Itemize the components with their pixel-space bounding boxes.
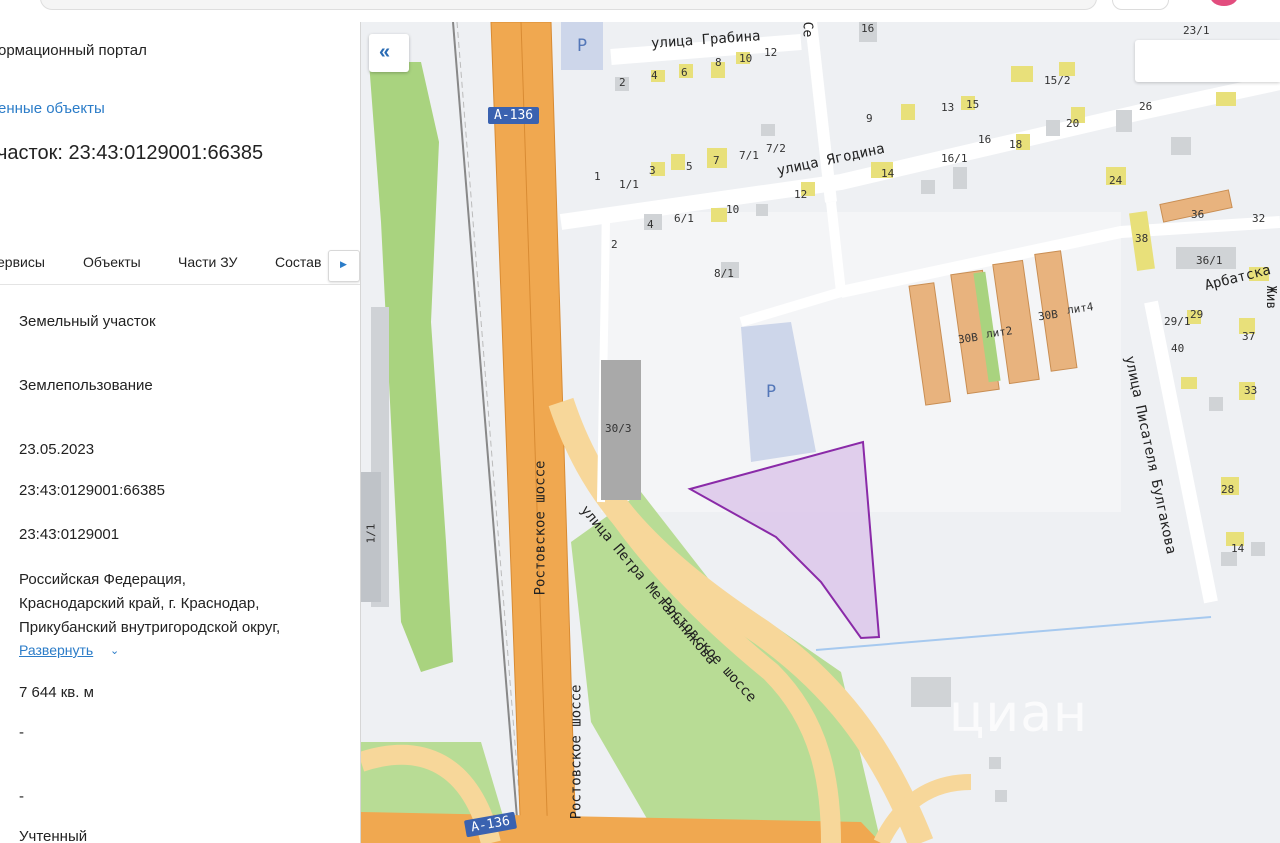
house-number: 1/1 <box>619 178 639 191</box>
house-number: 15 <box>966 98 980 111</box>
profile-avatar[interactable] <box>1210 0 1238 6</box>
house-number: 3 <box>649 164 656 177</box>
collapse-panel-button[interactable]: « <box>369 34 409 72</box>
house-number: 10 <box>726 203 740 216</box>
house-number: 6 <box>681 66 688 79</box>
house-number: 8 <box>715 56 722 69</box>
house-number: 20 <box>1066 117 1080 130</box>
browser-top-bar <box>0 0 1280 22</box>
house-number: 16 <box>861 22 875 35</box>
address-value: Российская Федерация, Краснодарский край… <box>19 568 280 640</box>
cadastral-number-value: 23:43:0129001:66385 <box>19 482 165 499</box>
house-number: 29 <box>1190 308 1204 321</box>
house-number: 5 <box>686 160 693 173</box>
house-number: 13 <box>941 101 955 114</box>
tab-objects[interactable]: Объекты <box>83 254 141 270</box>
house-number: 14 <box>881 167 895 180</box>
house-number: 16/1 <box>941 152 968 165</box>
house-number: 9 <box>866 112 873 125</box>
info-panel: ормационный портал енные объекты часток:… <box>0 22 361 843</box>
house-number: 10 <box>739 52 753 65</box>
house-number: 28 <box>1221 483 1235 496</box>
double-chevron-left-icon: « <box>379 41 391 63</box>
house-number: 4 <box>647 218 654 231</box>
house-number: 38 <box>1135 232 1149 245</box>
chevron-down-icon[interactable]: ⌄ <box>110 644 119 657</box>
house-number: 37 <box>1242 330 1256 343</box>
street-label: Жив <box>1263 285 1279 310</box>
house-number: 26 <box>1139 100 1153 113</box>
parking-icon: P <box>577 36 588 56</box>
address-bar[interactable] <box>40 0 1097 10</box>
chevron-right-icon: ▶ <box>340 259 347 269</box>
tab-services[interactable]: ервисы <box>0 254 45 270</box>
house-number: 33 <box>1244 384 1258 397</box>
address-line: Прикубанский внутригородской округ, <box>19 619 281 636</box>
house-number: 23/1 <box>1183 24 1210 37</box>
house-number: 8/1 <box>714 267 734 280</box>
house-number: 1 <box>594 170 601 183</box>
house-number: 29/1 <box>1164 315 1191 328</box>
house-number: 30В <box>957 330 979 347</box>
house-number: 7 <box>713 154 720 167</box>
address-line: Российская Федерация, <box>19 571 186 588</box>
area-value: 7 644 кв. м <box>19 684 94 701</box>
watermark-logo: циан <box>949 684 1089 744</box>
tab-bar: ервисы Объекты Части ЗУ Состав ▶ <box>0 244 360 285</box>
house-number: 30/3 <box>605 422 632 435</box>
house-number: 2 <box>619 76 626 89</box>
object-type-value: Земельный участок <box>19 313 156 330</box>
toolbar-button[interactable] <box>1112 0 1169 10</box>
empty-value: - <box>19 724 24 741</box>
house-number: 36 <box>1191 208 1205 221</box>
house-number: 24 <box>1109 174 1123 187</box>
found-objects-link[interactable]: енные объекты <box>0 100 105 117</box>
tab-parcel-parts[interactable]: Части ЗУ <box>178 254 237 270</box>
house-number: 15/2 <box>1044 74 1071 87</box>
house-number: 6/1 <box>674 212 694 225</box>
street-label: Се <box>799 22 815 38</box>
house-number: 4 <box>651 69 658 82</box>
house-number: 36/1 <box>1196 254 1223 267</box>
house-number: 32 <box>1252 212 1266 225</box>
cadastral-quarter-value: 23:43:0129001 <box>19 526 120 543</box>
tabs-scroll-right-button[interactable]: ▶ <box>328 250 360 282</box>
house-number: 16 <box>978 133 992 146</box>
parking-icon: P <box>766 382 777 402</box>
expand-address-link[interactable]: Развернуть <box>19 642 93 658</box>
house-number: 30В <box>1037 307 1059 324</box>
date-value: 23.05.2023 <box>19 441 95 458</box>
map-view[interactable]: улица Грабина улица Ягодина Арбатска ули… <box>361 22 1280 843</box>
map-search-box[interactable] <box>1135 40 1280 82</box>
address-line: Краснодарский край, г. Краснодар, <box>19 595 260 612</box>
tab-composition[interactable]: Состав <box>275 254 321 270</box>
empty-value: - <box>19 788 24 805</box>
house-number: 2 <box>611 238 618 251</box>
house-number: 7/1 <box>739 149 759 162</box>
parcel-title: часток: 23:43:0129001:66385 <box>0 142 264 164</box>
house-number: 1/1 <box>364 523 378 544</box>
house-number: 14 <box>1231 542 1245 555</box>
road-shield: А-136 <box>488 107 540 124</box>
house-number: 12 <box>794 188 808 201</box>
street-label: Ростовское шоссе <box>532 460 549 596</box>
house-number: 7/2 <box>766 142 786 155</box>
status-value: Учтенный <box>19 828 88 843</box>
house-number: 12 <box>764 46 778 59</box>
portal-title: ормационный портал <box>0 42 147 59</box>
house-number: 18 <box>1009 138 1023 151</box>
street-label: Ростовское шоссе <box>568 684 585 820</box>
object-kind-value: Землепользование <box>19 377 153 394</box>
house-number: 40 <box>1171 342 1185 355</box>
